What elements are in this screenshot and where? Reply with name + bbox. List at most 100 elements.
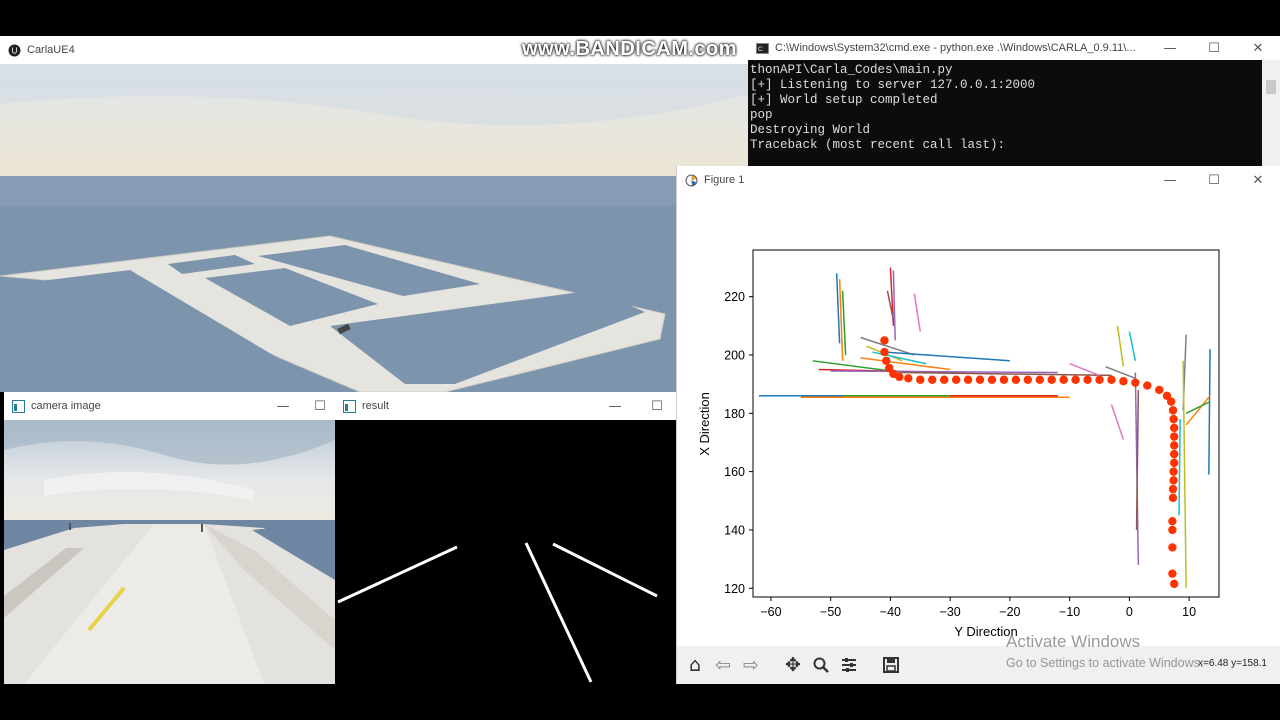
trajectory-point — [1169, 414, 1178, 424]
trajectory-point — [882, 356, 891, 366]
trajectory-point — [963, 375, 973, 384]
trajectory-point — [1071, 375, 1080, 384]
close-button[interactable]: ✕ — [1236, 173, 1280, 188]
close-button[interactable]: ✕ — [1236, 41, 1280, 56]
forward-arrow-icon[interactable]: ⇨ — [737, 651, 765, 679]
pan-icon[interactable]: ✥ — [779, 651, 807, 679]
console-line: Traceback (most recent call last): — [750, 138, 1006, 152]
x-tick-label: −40 — [880, 605, 901, 619]
save-icon[interactable] — [877, 651, 905, 679]
trajectory-point — [1168, 543, 1177, 552]
lane-detection-result — [335, 420, 677, 684]
y-tick-label: 200 — [724, 348, 745, 362]
trajectory-point — [939, 375, 949, 384]
trajectory-point — [1169, 423, 1179, 433]
y-tick-label: 120 — [724, 582, 745, 596]
y-axis-ticks: 120 140 160 180 200 220 — [724, 290, 753, 596]
maximize-button[interactable]: ☐ — [305, 399, 335, 414]
x-tick-label: −50 — [820, 605, 841, 619]
console-output[interactable]: thonAPI\Carla_Codes\main.py [+] Listenin… — [748, 60, 1262, 168]
console-scrollbar[interactable] — [1262, 60, 1280, 168]
trajectory-point — [1169, 432, 1179, 441]
trajectory-point — [1119, 377, 1128, 386]
trajectory-point — [916, 375, 925, 384]
back-arrow-icon[interactable]: ⇦ — [709, 651, 737, 679]
trajectory-point — [1023, 375, 1033, 384]
minimize-button[interactable]: — — [1148, 173, 1192, 188]
carla-window[interactable]: U CarlaUE4 — [0, 36, 750, 392]
figure-titlebar[interactable]: Figure 1 — ☐ ✕ — [677, 166, 1280, 194]
minimize-button[interactable]: — — [1148, 41, 1192, 56]
matplotlib-icon — [685, 174, 698, 187]
trajectory-point — [880, 347, 889, 357]
activate-windows-subtitle: Go to Settings to activate Windows. — [1006, 656, 1204, 670]
trajectory-point — [904, 374, 913, 383]
x-tick-label: −10 — [1059, 605, 1080, 619]
y-tick-label: 160 — [724, 465, 745, 479]
x-axis-ticks: −60 −50 −40 −30 −20 −10 0 10 — [760, 597, 1196, 619]
trajectory-point — [1168, 569, 1177, 578]
axes-frame — [752, 249, 1220, 598]
minimize-button[interactable]: — — [261, 399, 305, 414]
y-tick-label: 180 — [724, 407, 745, 421]
trajectory-point — [1168, 525, 1177, 535]
scrollbar-thumb[interactable] — [1266, 80, 1276, 94]
maximize-button[interactable]: ☐ — [1192, 173, 1236, 188]
detected-lane-line — [552, 542, 658, 598]
simulator-viewport[interactable] — [0, 64, 750, 392]
unreal-engine-icon: U — [8, 44, 21, 57]
trajectory-point — [1047, 375, 1056, 384]
window-title: result — [362, 400, 389, 412]
trajectory-point — [1083, 375, 1092, 384]
trajectory-point — [1035, 375, 1044, 384]
trajectory-point — [1168, 493, 1178, 503]
window-title: camera image — [31, 400, 101, 412]
trajectory-point — [987, 375, 997, 384]
maximize-button[interactable]: ☐ — [637, 399, 677, 414]
trajectory-point — [880, 336, 889, 345]
cmd-window[interactable]: C: C:\Windows\System32\cmd.exe - python.… — [748, 36, 1280, 168]
camera-image-window[interactable]: camera image — ☐ — [4, 392, 335, 684]
cursor-coordinates: x=6.48 y=158.1 — [1198, 658, 1267, 669]
trajectory-point — [999, 375, 1009, 384]
detected-lane-line — [524, 542, 593, 683]
x-tick-label: −60 — [760, 605, 781, 619]
svg-text:C:: C: — [758, 47, 764, 53]
detected-lane-line — [337, 545, 458, 604]
activate-windows-watermark: Activate Windows Go to Settings to activ… — [1006, 632, 1203, 670]
trajectory-point — [1168, 484, 1178, 494]
activate-windows-title: Activate Windows — [1006, 632, 1141, 651]
y-axis-label: X Direction — [697, 392, 712, 456]
trajectory-point — [895, 372, 904, 382]
camera-titlebar[interactable]: camera image — ☐ — [4, 392, 335, 420]
cmd-icon: C: — [756, 42, 769, 55]
trajectory-point — [975, 375, 985, 384]
zoom-icon[interactable] — [807, 651, 835, 679]
maximize-button[interactable]: ☐ — [1192, 41, 1236, 56]
minimize-button[interactable]: — — [593, 399, 637, 414]
y-tick-label: 220 — [724, 290, 745, 304]
result-window[interactable]: result — ☐ — [335, 392, 677, 684]
trajectory-point — [1143, 381, 1152, 390]
plot-canvas[interactable]: −60 −50 −40 −30 −20 −10 0 10 120 140 160 180 200 220… — [677, 194, 1280, 646]
cmd-titlebar[interactable]: C: C:\Windows\System32\cmd.exe - python.… — [748, 36, 1280, 60]
trajectory-point — [1168, 516, 1177, 526]
console-line: Destroying World — [750, 123, 871, 137]
result-titlebar[interactable]: result — ☐ — [335, 392, 677, 420]
console-line: pop — [750, 108, 773, 122]
x-tick-label: 10 — [1182, 605, 1196, 619]
trajectory-point — [1059, 375, 1068, 384]
window-app-icon — [343, 399, 356, 413]
trajectory-point — [1169, 467, 1178, 476]
configure-icon[interactable] — [835, 651, 863, 679]
home-icon[interactable]: ⌂ — [681, 651, 709, 679]
trajectory-point — [1169, 476, 1178, 485]
y-tick-label: 140 — [724, 523, 745, 537]
trajectory-chart: −60 −50 −40 −30 −20 −10 0 10 120 140 160 180 200 220… — [697, 249, 1220, 639]
figure-window[interactable]: Figure 1 — ☐ ✕ −60 −50 −40 −30 −20 −10 0 10 120… — [676, 166, 1280, 684]
x-tick-label: 0 — [1126, 605, 1133, 619]
window-title: C:\Windows\System32\cmd.exe - python.exe… — [775, 42, 1136, 54]
trajectory-point — [1169, 449, 1179, 459]
trajectory-point — [1095, 375, 1104, 384]
trajectory-point — [1107, 375, 1116, 384]
